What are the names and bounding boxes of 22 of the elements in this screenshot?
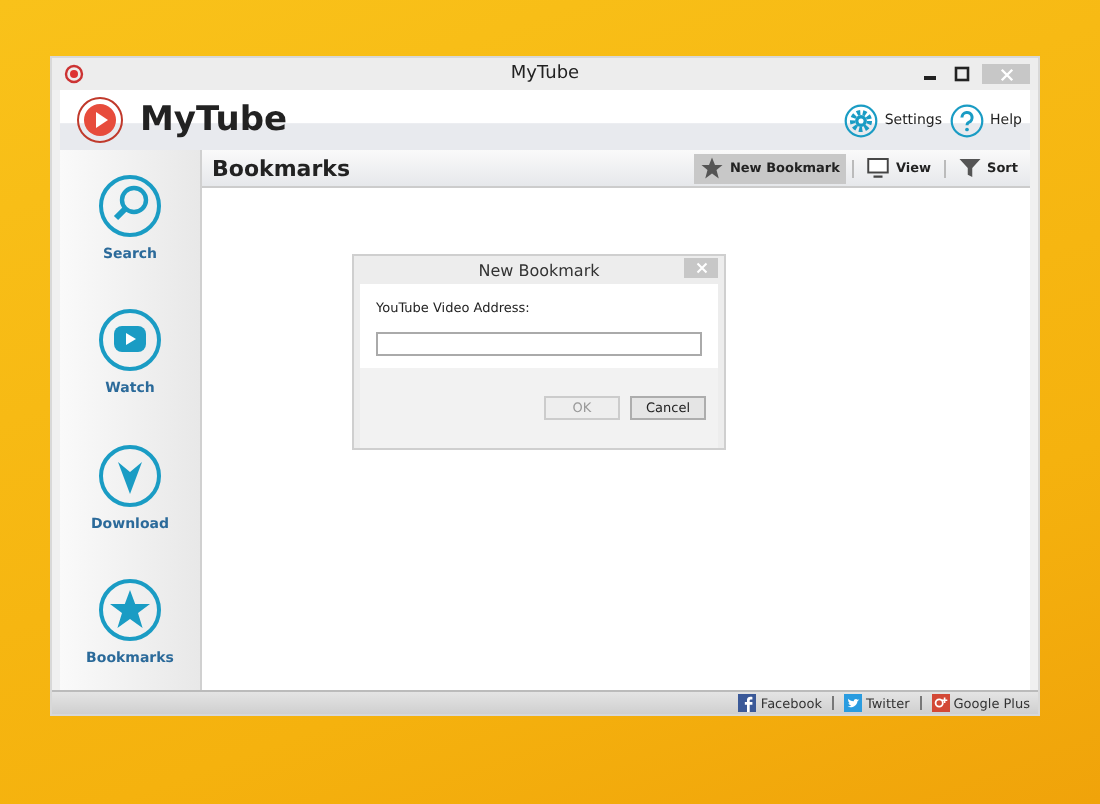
star-icon [699, 156, 724, 180]
google-plus-icon [931, 694, 950, 712]
window-title: MyTube [510, 64, 580, 84]
app-name: MyTube [140, 100, 288, 140]
settings-icon [844, 103, 879, 137]
monitor-icon [865, 156, 890, 180]
close-icon [695, 262, 707, 274]
maximize-icon [954, 66, 970, 82]
facebook-icon [738, 694, 757, 712]
arrow-down-icon [98, 443, 162, 508]
play-icon [98, 308, 162, 373]
twitter-icon [843, 694, 862, 712]
funnel-icon [957, 156, 982, 180]
close-button[interactable] [684, 258, 718, 278]
help-icon [950, 103, 985, 137]
play-logo-icon [76, 96, 124, 144]
dialog-title: New Bookmark [478, 261, 600, 279]
input-field[interactable] [376, 332, 702, 356]
close-icon [999, 67, 1013, 81]
app-icon [64, 64, 84, 84]
search-icon [98, 173, 162, 238]
section-title: Bookmarks [212, 155, 350, 181]
